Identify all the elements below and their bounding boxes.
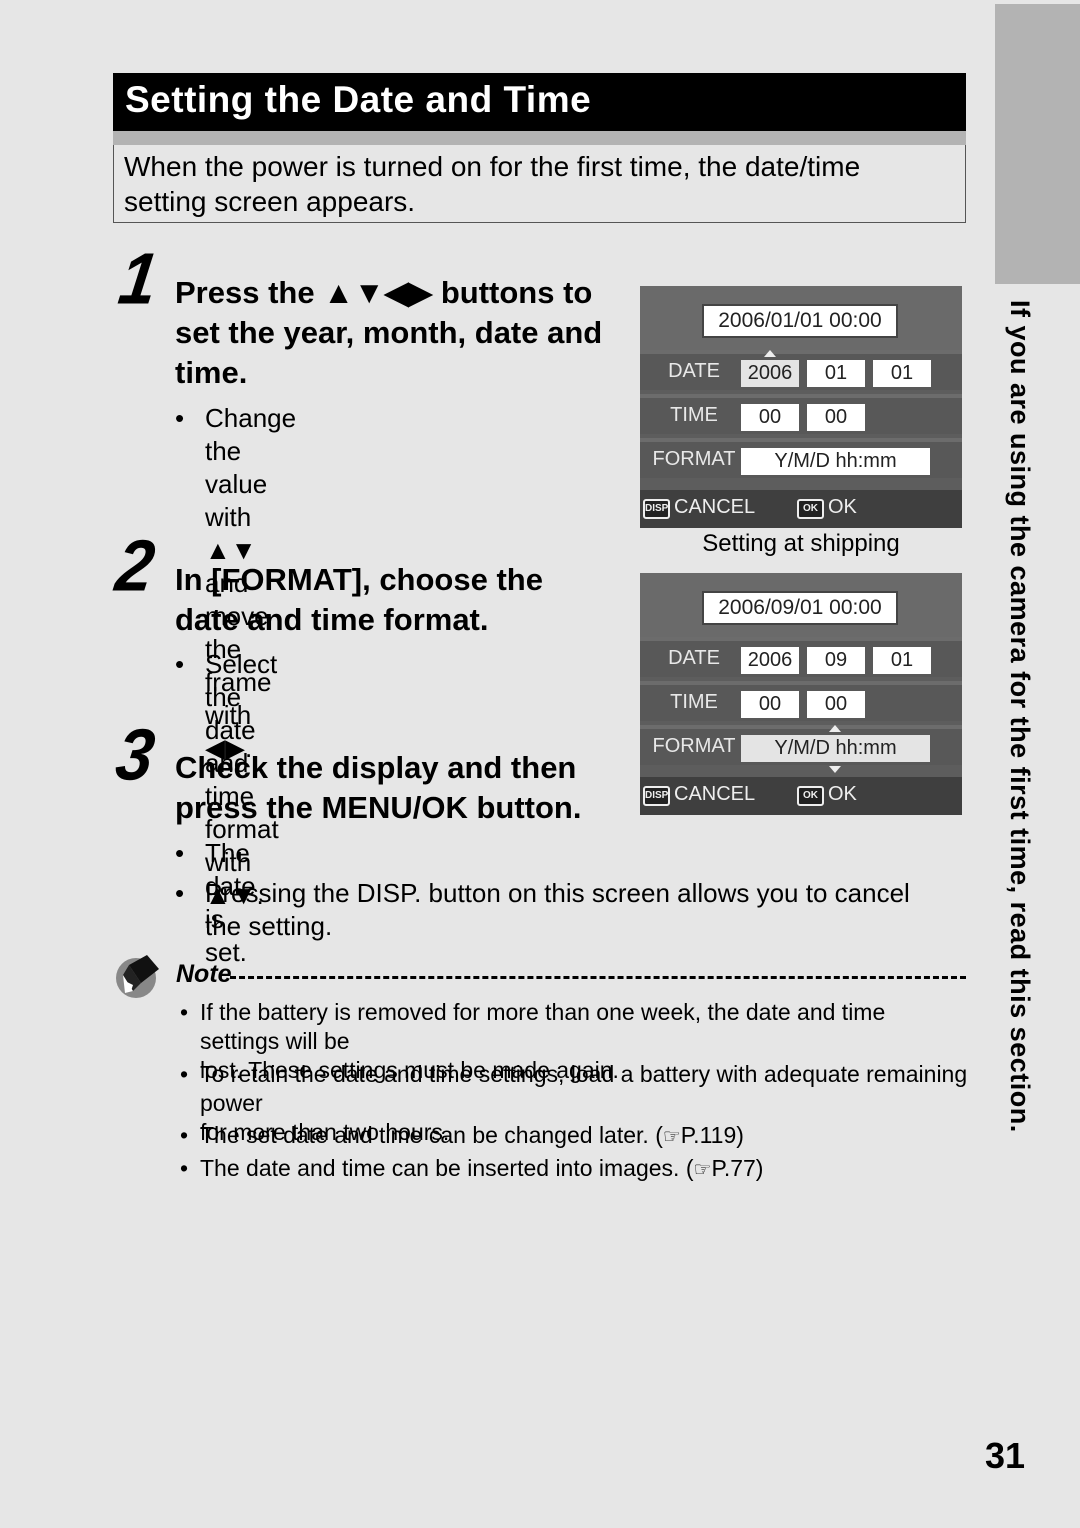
bullet-dot: • (175, 649, 185, 679)
note-divider (230, 976, 966, 979)
camera-screen: 2006/01/01 00:00 DATE 2006 01 01 TIME 00… (640, 286, 962, 528)
note-line: To retain the date and time settings, lo… (200, 1061, 968, 1116)
note-line: The date and time can be inserted into i… (200, 1155, 694, 1181)
reference-hand-icon: ☞ (693, 1159, 712, 1181)
disp-button-icon: DISP (643, 499, 670, 519)
note-text: The set date and time can be changed lat… (200, 1121, 970, 1152)
title-underline (113, 131, 966, 145)
step-heading: In [FORMAT], choose the date and time fo… (175, 560, 543, 640)
caret-up-icon (764, 350, 776, 357)
page-number: 31 (985, 1435, 1026, 1476)
bullet-text: Pressing the DISP. button on this screen… (205, 877, 965, 943)
month-field[interactable]: 09 (807, 647, 865, 674)
step-heading-line: Check the display and then (175, 750, 577, 785)
bullet-dot: • (175, 838, 185, 868)
format-row: FORMAT Y/M/D hh:mm (640, 438, 962, 478)
step-number: 1 (114, 237, 163, 319)
day-field[interactable]: 01 (873, 647, 931, 674)
datetime-display: 2006/01/01 00:00 (702, 304, 898, 338)
format-label: FORMAT (652, 448, 736, 470)
ok-label[interactable]: OK (828, 783, 857, 806)
step-heading-line: time. (175, 355, 248, 390)
date-row: DATE 2006 09 01 (640, 637, 962, 677)
bullet-line: Pressing the DISP. button on this screen… (205, 878, 910, 908)
datetime-display: 2006/09/01 00:00 (702, 591, 898, 625)
screen-caption: Setting at shipping (702, 530, 900, 557)
note-label: Note (176, 960, 232, 988)
ok-label[interactable]: OK (828, 496, 857, 519)
reference-hand-icon: ☞ (662, 1126, 681, 1148)
bullet-dot: • (180, 1061, 189, 1087)
bullet-dot: • (180, 1155, 189, 1181)
time-row: TIME 00 00 (640, 681, 962, 721)
year-field[interactable]: 2006 (741, 647, 799, 674)
hour-field[interactable]: 00 (741, 404, 799, 431)
cancel-label[interactable]: CANCEL (674, 783, 755, 806)
page-reference-link[interactable]: P.77) (711, 1155, 763, 1181)
format-row: FORMAT Y/M/D hh:mm (640, 725, 962, 765)
month-field[interactable]: 01 (807, 360, 865, 387)
disp-button-icon: DISP (643, 786, 670, 806)
time-row: TIME 00 00 (640, 394, 962, 434)
hour-field[interactable]: 00 (741, 691, 799, 718)
format-label: FORMAT (652, 735, 736, 757)
note-line: If the battery is removed for more than … (200, 999, 886, 1054)
section-tab (995, 4, 1080, 284)
camera-screen: 2006/09/01 00:00 DATE 2006 09 01 TIME 00… (640, 573, 962, 815)
section-title: Setting the Date and Time (125, 79, 592, 120)
step-heading-line: press the MENU/OK button. (175, 790, 582, 825)
step-heading-line: date and time format. (175, 602, 489, 637)
caret-down-icon (829, 766, 841, 773)
year-field[interactable]: 2006 (741, 360, 799, 387)
date-label: DATE (668, 360, 720, 382)
date-label: DATE (668, 647, 720, 669)
step-number: 3 (111, 713, 160, 795)
date-row: DATE 2006 01 01 (640, 350, 962, 390)
time-label: TIME (670, 691, 718, 713)
section-tab-label: If you are using the camera for the firs… (1005, 300, 1035, 1133)
bullet-dot: • (175, 403, 185, 433)
bullet-dot: • (175, 878, 185, 908)
page-reference-link[interactable]: P.119) (681, 1122, 744, 1148)
step-heading-line: set the year, month, date and (175, 315, 603, 350)
cancel-label[interactable]: CANCEL (674, 496, 755, 519)
day-field[interactable]: 01 (873, 360, 931, 387)
bullet-dot: • (180, 999, 189, 1025)
time-label: TIME (670, 404, 718, 426)
ok-button-icon: OK (797, 499, 824, 519)
minute-field[interactable]: 00 (807, 691, 865, 718)
step-heading: Check the display and then press the MEN… (175, 748, 581, 828)
format-field[interactable]: Y/M/D hh:mm (741, 735, 930, 762)
note-text: The date and time can be inserted into i… (200, 1154, 970, 1185)
note-pencil-icon (116, 955, 159, 998)
bullet-line: the setting. (205, 911, 333, 941)
note-line: The set date and time can be changed lat… (200, 1122, 663, 1148)
format-field[interactable]: Y/M/D hh:mm (741, 448, 930, 475)
section-title-bar: Setting the Date and Time (113, 73, 966, 131)
step-number: 2 (111, 524, 160, 606)
step-heading-line: In [FORMAT], choose the (175, 562, 543, 597)
step-heading-line: Press the ▲▼◀▶ buttons to (175, 275, 593, 310)
ok-button-icon: OK (797, 786, 824, 806)
screen-footer: DISP CANCEL OK OK (640, 777, 962, 815)
intro-box: When the power is turned on for the firs… (113, 145, 966, 223)
step-heading: Press the ▲▼◀▶ buttons to set the year, … (175, 273, 602, 393)
caret-up-icon (829, 725, 841, 732)
intro-text: When the power is turned on for the firs… (124, 151, 861, 217)
minute-field[interactable]: 00 (807, 404, 865, 431)
screen-footer: DISP CANCEL OK OK (640, 490, 962, 528)
bullet-dot: • (180, 1122, 189, 1148)
